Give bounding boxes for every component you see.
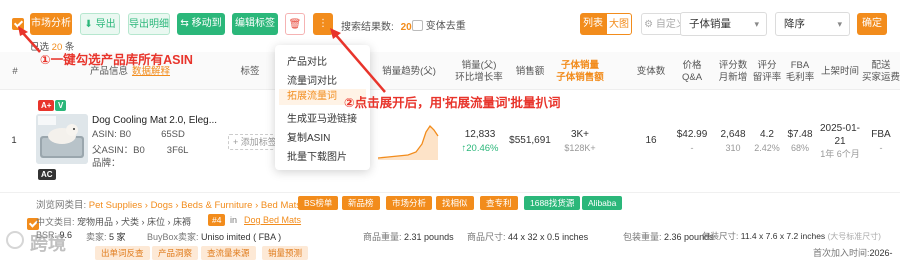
annotation-select-all: ①一键勾选产品库所有ASIN [40,53,193,67]
annotation-expand-keywords: ②点击展开后，用'拓展流量词'批量扒词 [344,96,561,110]
annotation-arrows [18,26,386,93]
